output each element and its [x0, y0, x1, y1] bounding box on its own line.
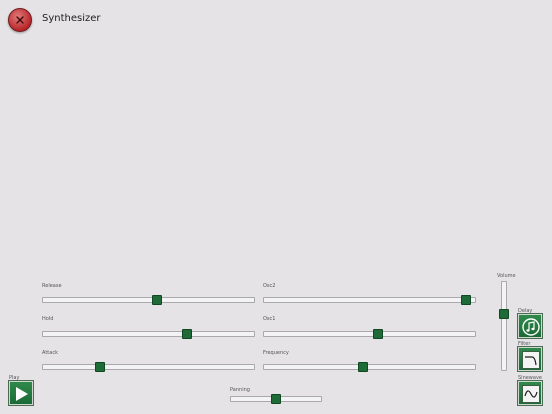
release-slider[interactable] — [42, 295, 255, 305]
waveform-icon-frame — [522, 385, 540, 403]
osc1-slider[interactable] — [263, 329, 476, 339]
attack-label: Attack — [42, 350, 58, 356]
osc1-slider-thumb[interactable] — [373, 329, 383, 339]
release-slider-thumb[interactable] — [152, 295, 162, 305]
filter-icon-frame — [522, 351, 540, 369]
page-title: Synthesizer — [42, 13, 101, 24]
attack-slider-thumb[interactable] — [95, 362, 105, 372]
osc1-label: Osc1 — [263, 316, 276, 322]
release-label: Release — [42, 283, 62, 289]
volume-label: Volume — [497, 273, 516, 279]
waveform-button[interactable] — [517, 380, 543, 406]
sine-wave-icon — [524, 390, 538, 398]
frequency-slider-thumb[interactable] — [358, 362, 368, 372]
attack-slider[interactable] — [42, 362, 255, 372]
volume-slider[interactable] — [499, 281, 509, 371]
osc2-slider[interactable] — [263, 295, 476, 305]
panning-slider[interactable] — [230, 394, 322, 404]
close-button[interactable] — [8, 8, 32, 32]
frequency-label: Frequency — [263, 350, 289, 356]
osc2-label: Osc2 — [263, 283, 276, 289]
play-button[interactable] — [8, 380, 34, 406]
hold-slider-thumb[interactable] — [182, 329, 192, 339]
filter-curve-icon — [525, 356, 537, 366]
panning-slider-thumb[interactable] — [271, 394, 281, 404]
close-icon — [16, 16, 24, 24]
music-note-icon — [522, 318, 540, 336]
osc2-slider-thumb[interactable] — [461, 295, 471, 305]
filter-button[interactable] — [517, 346, 543, 372]
hold-slider[interactable] — [42, 329, 255, 339]
play-icon — [16, 387, 28, 401]
frequency-slider[interactable] — [263, 362, 476, 372]
hold-label: Hold — [42, 316, 54, 322]
volume-slider-thumb[interactable] — [499, 309, 509, 319]
delay-button[interactable] — [517, 313, 543, 339]
panning-label: Panning — [230, 387, 250, 393]
